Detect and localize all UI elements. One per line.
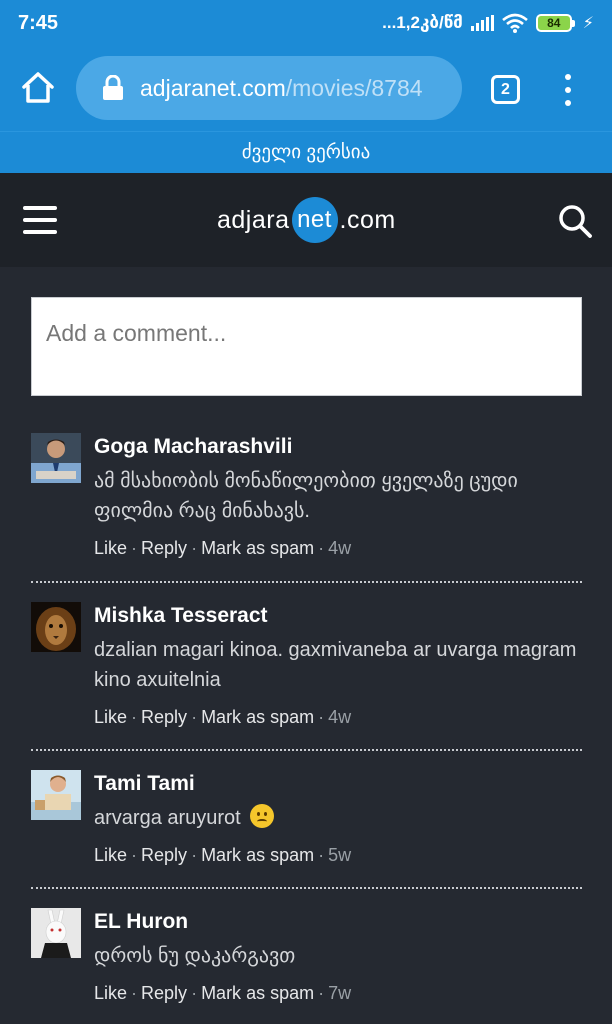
hamburger-menu-icon[interactable] [23, 206, 57, 234]
separator: · [318, 983, 325, 1003]
comment-author[interactable]: Goga Macharashvili [94, 433, 582, 461]
comment-age[interactable]: 4w [328, 538, 351, 558]
comment-age[interactable]: 7w [328, 983, 351, 1003]
old-version-link[interactable]: ძველი ვერსია [0, 131, 612, 173]
separator: · [318, 845, 325, 865]
comment-age[interactable]: 5w [328, 845, 351, 865]
comment-text: დროს ნუ დაკარგავთ [94, 945, 296, 967]
comment-input[interactable] [31, 297, 582, 396]
user-avatar[interactable] [31, 908, 81, 958]
comment-text: ამ მსახიობის მონაწილეობით ყველაზე ცუდი ფ… [94, 470, 518, 522]
search-icon[interactable] [557, 203, 593, 239]
comment-author[interactable]: Mishka Tesseract [94, 602, 582, 630]
like-link[interactable]: Like [94, 538, 127, 558]
comment-body: Mishka Tesseract dzalian magari kinoa. g… [94, 602, 582, 730]
battery-level: 84 [535, 14, 572, 32]
comment-actions: Like · Reply · Mark as spam · 4w [94, 704, 582, 730]
logo-prefix: adjara [217, 205, 290, 234]
browser-toolbar: adjaranet.com/movies/8784 2 [0, 46, 612, 131]
comment-text-row: arvarga aruyurot [94, 803, 582, 833]
frowning-face-icon [250, 804, 275, 828]
comment-author[interactable]: EL Huron [94, 908, 582, 936]
old-version-label: ძველი ვერსია [241, 142, 371, 163]
mark-spam-link[interactable]: Mark as spam [201, 983, 314, 1003]
user-avatar[interactable] [31, 602, 81, 652]
reply-link[interactable]: Reply [141, 983, 187, 1003]
mark-spam-link[interactable]: Mark as spam [201, 707, 314, 727]
separator: · [131, 845, 138, 865]
comment-divider [31, 581, 582, 583]
reply-link[interactable]: Reply [141, 845, 187, 865]
logo-suffix: .com [339, 205, 396, 234]
comment-text: arvarga aruyurot [94, 807, 241, 829]
mark-spam-link[interactable]: Mark as spam [201, 845, 314, 865]
user-avatar[interactable] [31, 433, 81, 483]
overflow-menu-icon[interactable] [560, 74, 576, 106]
comment-age[interactable]: 4w [328, 707, 351, 727]
network-speed: ...1,2კბ/წმ [382, 13, 463, 32]
comment-actions: Like · Reply · Mark as spam · 4w [94, 535, 582, 561]
logo-badge: net [291, 197, 338, 243]
separator: · [191, 983, 198, 1003]
site-logo[interactable]: adjara net .com [217, 196, 396, 244]
separator: · [131, 983, 138, 1003]
signal-icon [470, 15, 494, 31]
battery-icon: 84 [535, 14, 575, 32]
comment-actions: Like · Reply · Mark as spam · 7w [94, 980, 582, 1006]
separator: · [318, 538, 325, 558]
comment-body: Goga Macharashvili ამ მსახიობის მონაწილე… [94, 433, 582, 561]
user-avatar[interactable] [31, 770, 81, 820]
comment-actions: Like · Reply · Mark as spam · 5w [94, 842, 582, 868]
separator: · [191, 845, 198, 865]
separator: · [318, 707, 325, 727]
wifi-icon [501, 13, 528, 33]
like-link[interactable]: Like [94, 707, 127, 727]
lock-icon [103, 75, 123, 100]
status-time: 7:45 [18, 11, 59, 34]
status-indicators: ...1,2კბ/წმ 84 ⚡ [382, 13, 594, 33]
status-bar: 7:45 ...1,2კბ/წმ 84 ⚡ [0, 0, 612, 46]
reply-link[interactable]: Reply [141, 707, 187, 727]
url-path: /movies/8784 [285, 74, 423, 101]
url-text: adjaranet.com/movies/8784 [140, 75, 423, 102]
comment-text: dzalian magari kinoa. gaxmivaneba ar uva… [94, 639, 577, 691]
comment-body: EL Huron დროს ნუ დაკარგავთ Like · Reply · Ma… [94, 908, 582, 1006]
home-icon[interactable] [18, 68, 58, 108]
mark-spam-link[interactable]: Mark as spam [201, 538, 314, 558]
charging-icon: ⚡ [582, 15, 594, 32]
tab-switcher-button[interactable]: 2 [491, 75, 520, 104]
address-bar[interactable]: adjaranet.com/movies/8784 [76, 56, 462, 120]
comment-body: Tami Tami arvarga aruyurot Like · Reply · Ma… [94, 770, 582, 868]
comment-divider [31, 887, 582, 889]
site-header: adjara net .com [0, 173, 612, 267]
url-domain: adjaranet.com [140, 74, 286, 101]
separator: · [131, 538, 138, 558]
separator: · [191, 707, 198, 727]
tab-count: 2 [501, 80, 510, 98]
like-link[interactable]: Like [94, 983, 127, 1003]
comment-divider [31, 749, 582, 751]
separator: · [131, 707, 138, 727]
separator: · [191, 538, 198, 558]
comment-author[interactable]: Tami Tami [94, 770, 582, 798]
like-link[interactable]: Like [94, 845, 127, 865]
reply-link[interactable]: Reply [141, 538, 187, 558]
